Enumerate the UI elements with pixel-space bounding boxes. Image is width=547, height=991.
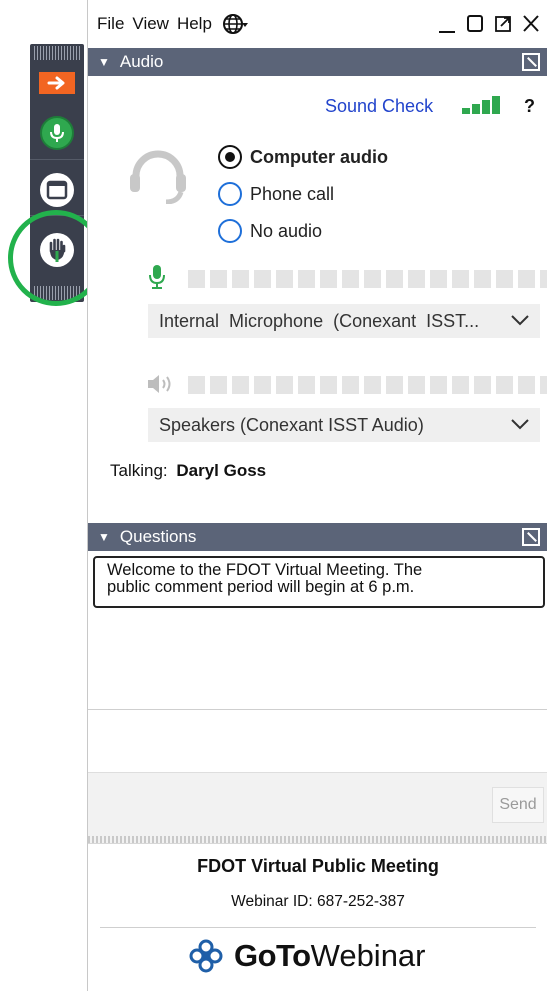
speaker-level-icon bbox=[148, 375, 171, 393]
mute-microphone-button[interactable] bbox=[30, 106, 84, 160]
window-controls bbox=[438, 12, 540, 34]
speakers-select-value: Speakers (Conexant ISST Audio) bbox=[159, 414, 424, 435]
computer-audio-label: Computer audio bbox=[250, 146, 388, 167]
menu-bar: File View Help bbox=[88, 0, 547, 48]
minimize-icon[interactable] bbox=[438, 12, 456, 34]
questions-section-header[interactable]: ▼ Questions bbox=[88, 523, 547, 551]
talking-name: Daryl Goss bbox=[176, 461, 267, 480]
globe-icon bbox=[222, 14, 248, 34]
audio-help-button[interactable]: ? bbox=[524, 96, 535, 117]
headset-icon bbox=[130, 150, 186, 204]
footer-divider bbox=[100, 927, 536, 928]
question-input[interactable] bbox=[88, 710, 547, 772]
questions-section-title: Questions bbox=[119, 527, 197, 546]
phone-call-radio[interactable] bbox=[218, 182, 242, 206]
microphone-level-icon bbox=[149, 265, 165, 289]
raise-hand-icon bbox=[40, 233, 74, 267]
menu-file[interactable]: File bbox=[97, 14, 124, 34]
popout-audio-icon[interactable] bbox=[522, 53, 540, 71]
send-area: Send bbox=[88, 772, 547, 836]
signal-strength-icon bbox=[462, 96, 500, 114]
logo-text-light: Webinar bbox=[310, 938, 426, 973]
resize-handle[interactable] bbox=[88, 836, 547, 844]
screen-icon bbox=[40, 172, 74, 207]
strip-grip-top[interactable] bbox=[34, 46, 80, 60]
organizer-message-line-2: public comment period will begin at 6 p.… bbox=[107, 578, 415, 596]
sound-check-link[interactable]: Sound Check bbox=[325, 96, 433, 117]
computer-audio-radio[interactable] bbox=[218, 145, 242, 169]
questions-log bbox=[88, 612, 547, 708]
close-icon[interactable] bbox=[522, 12, 540, 34]
control-panel-strip bbox=[30, 44, 84, 302]
collapse-triangle-icon: ▼ bbox=[98, 55, 110, 69]
arrow-right-icon bbox=[39, 72, 75, 94]
audio-section-header[interactable]: ▼ Audio bbox=[88, 48, 547, 76]
organizer-message-line-1: Welcome to the FDOT Virtual Meeting. The bbox=[107, 561, 423, 579]
collapse-panel-button[interactable] bbox=[30, 70, 84, 96]
send-button[interactable]: Send bbox=[492, 787, 544, 823]
raise-hand-button[interactable] bbox=[30, 222, 84, 278]
phone-call-option[interactable]: Phone call bbox=[218, 182, 334, 206]
phone-call-label: Phone call bbox=[250, 183, 335, 204]
strip-grip-bottom[interactable] bbox=[34, 286, 80, 300]
microphone-level-meter bbox=[188, 270, 547, 288]
organizer-message: Welcome to the FDOT Virtual Meeting. The… bbox=[93, 556, 545, 608]
microphone-select[interactable]: Internal Microphone (Conexant ISST... bbox=[148, 304, 540, 338]
gotowebinar-control-panel: File View Help ▼ Audio Sound Check ? Com… bbox=[87, 0, 547, 991]
menu-view[interactable]: View bbox=[132, 14, 169, 34]
webinar-title: FDOT Virtual Public Meeting bbox=[197, 856, 439, 876]
logo-text-bold: GoTo bbox=[234, 938, 311, 973]
maximize-icon[interactable] bbox=[466, 12, 484, 34]
audio-section-title: Audio bbox=[119, 52, 164, 71]
no-audio-radio[interactable] bbox=[218, 219, 242, 243]
microphone-icon bbox=[40, 115, 74, 150]
menu-help[interactable]: Help bbox=[177, 14, 212, 34]
popout-questions-icon[interactable] bbox=[522, 528, 540, 546]
webinar-id: Webinar ID: 687-252-387 bbox=[231, 893, 405, 910]
popout-window-icon[interactable] bbox=[494, 12, 512, 34]
gotowebinar-logo: GoTo Webinar bbox=[188, 938, 426, 974]
speakers-select[interactable]: Speakers (Conexant ISST Audio) bbox=[148, 408, 540, 442]
talking-indicator: Talking: Daryl Goss bbox=[110, 461, 266, 481]
no-audio-label: No audio bbox=[250, 220, 323, 241]
gotowebinar-flower-icon bbox=[189, 939, 223, 973]
no-audio-option[interactable]: No audio bbox=[218, 219, 322, 243]
collapse-triangle-icon: ▼ bbox=[98, 530, 110, 544]
show-screen-button[interactable] bbox=[30, 164, 84, 216]
language-menu[interactable] bbox=[222, 12, 248, 36]
computer-audio-option[interactable]: Computer audio bbox=[218, 145, 388, 169]
chevron-down-icon bbox=[511, 315, 529, 326]
chevron-down-icon bbox=[511, 419, 529, 430]
microphone-select-value: Internal Microphone (Conexant ISST... bbox=[159, 310, 480, 331]
speaker-level-meter bbox=[188, 376, 547, 394]
talking-label: Talking: bbox=[110, 461, 168, 480]
